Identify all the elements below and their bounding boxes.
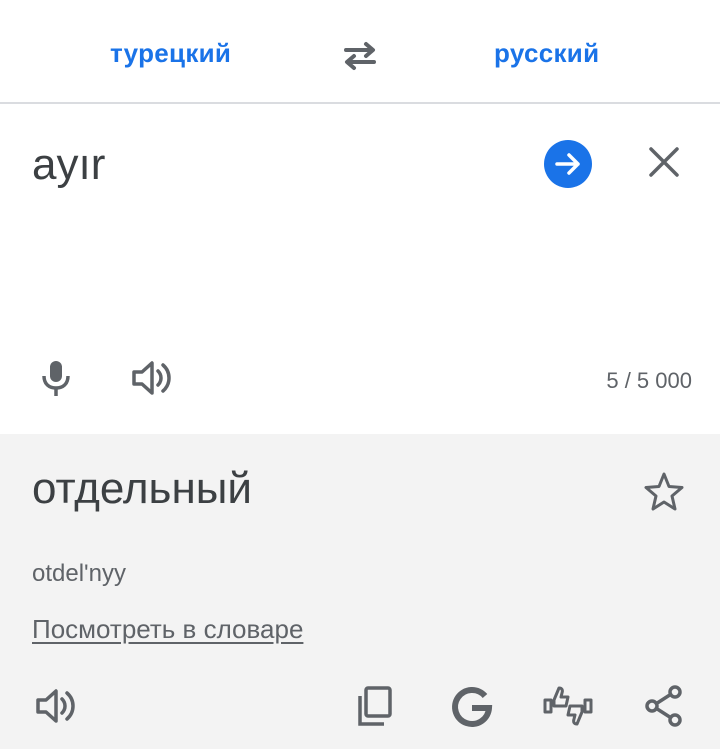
speaker-icon	[132, 361, 171, 395]
speaker-icon	[36, 689, 75, 723]
google-icon	[452, 687, 493, 727]
dictionary-link[interactable]: Посмотреть в словаре	[32, 614, 303, 645]
transliteration-text: otdel'nyy	[32, 560, 126, 587]
copy-icon	[358, 686, 392, 726]
translate-button[interactable]	[544, 140, 592, 188]
clear-button[interactable]	[644, 142, 684, 182]
share-icon	[645, 685, 682, 727]
microphone-icon	[42, 361, 70, 396]
arrow-right-icon	[555, 153, 580, 175]
feedback-icon	[543, 686, 593, 726]
copy-button[interactable]	[354, 684, 398, 728]
source-language-button[interactable]: турецкий	[110, 38, 231, 69]
star-icon	[644, 472, 684, 511]
share-button[interactable]	[642, 684, 686, 728]
translation-text: отдельный	[32, 464, 252, 513]
language-bar: турецкий русский	[0, 0, 720, 104]
swap-arrows-icon	[344, 42, 376, 70]
character-count: 5 / 5 000	[606, 368, 692, 393]
source-text-input[interactable]: ayır	[32, 140, 105, 190]
result-panel: отдельный otdel'nyy Посмотреть в словаре	[0, 434, 720, 749]
save-translation-button[interactable]	[642, 470, 686, 514]
microphone-button[interactable]	[36, 358, 76, 398]
close-icon	[649, 147, 679, 177]
target-language-button[interactable]: русский	[494, 38, 599, 69]
swap-languages-button[interactable]	[338, 36, 382, 76]
listen-source-button[interactable]	[130, 358, 174, 398]
listen-translation-button[interactable]	[34, 684, 78, 728]
rate-translation-button[interactable]	[542, 684, 593, 728]
input-panel: ayır 5 / 5 000	[0, 104, 720, 434]
google-search-button[interactable]	[450, 684, 494, 728]
